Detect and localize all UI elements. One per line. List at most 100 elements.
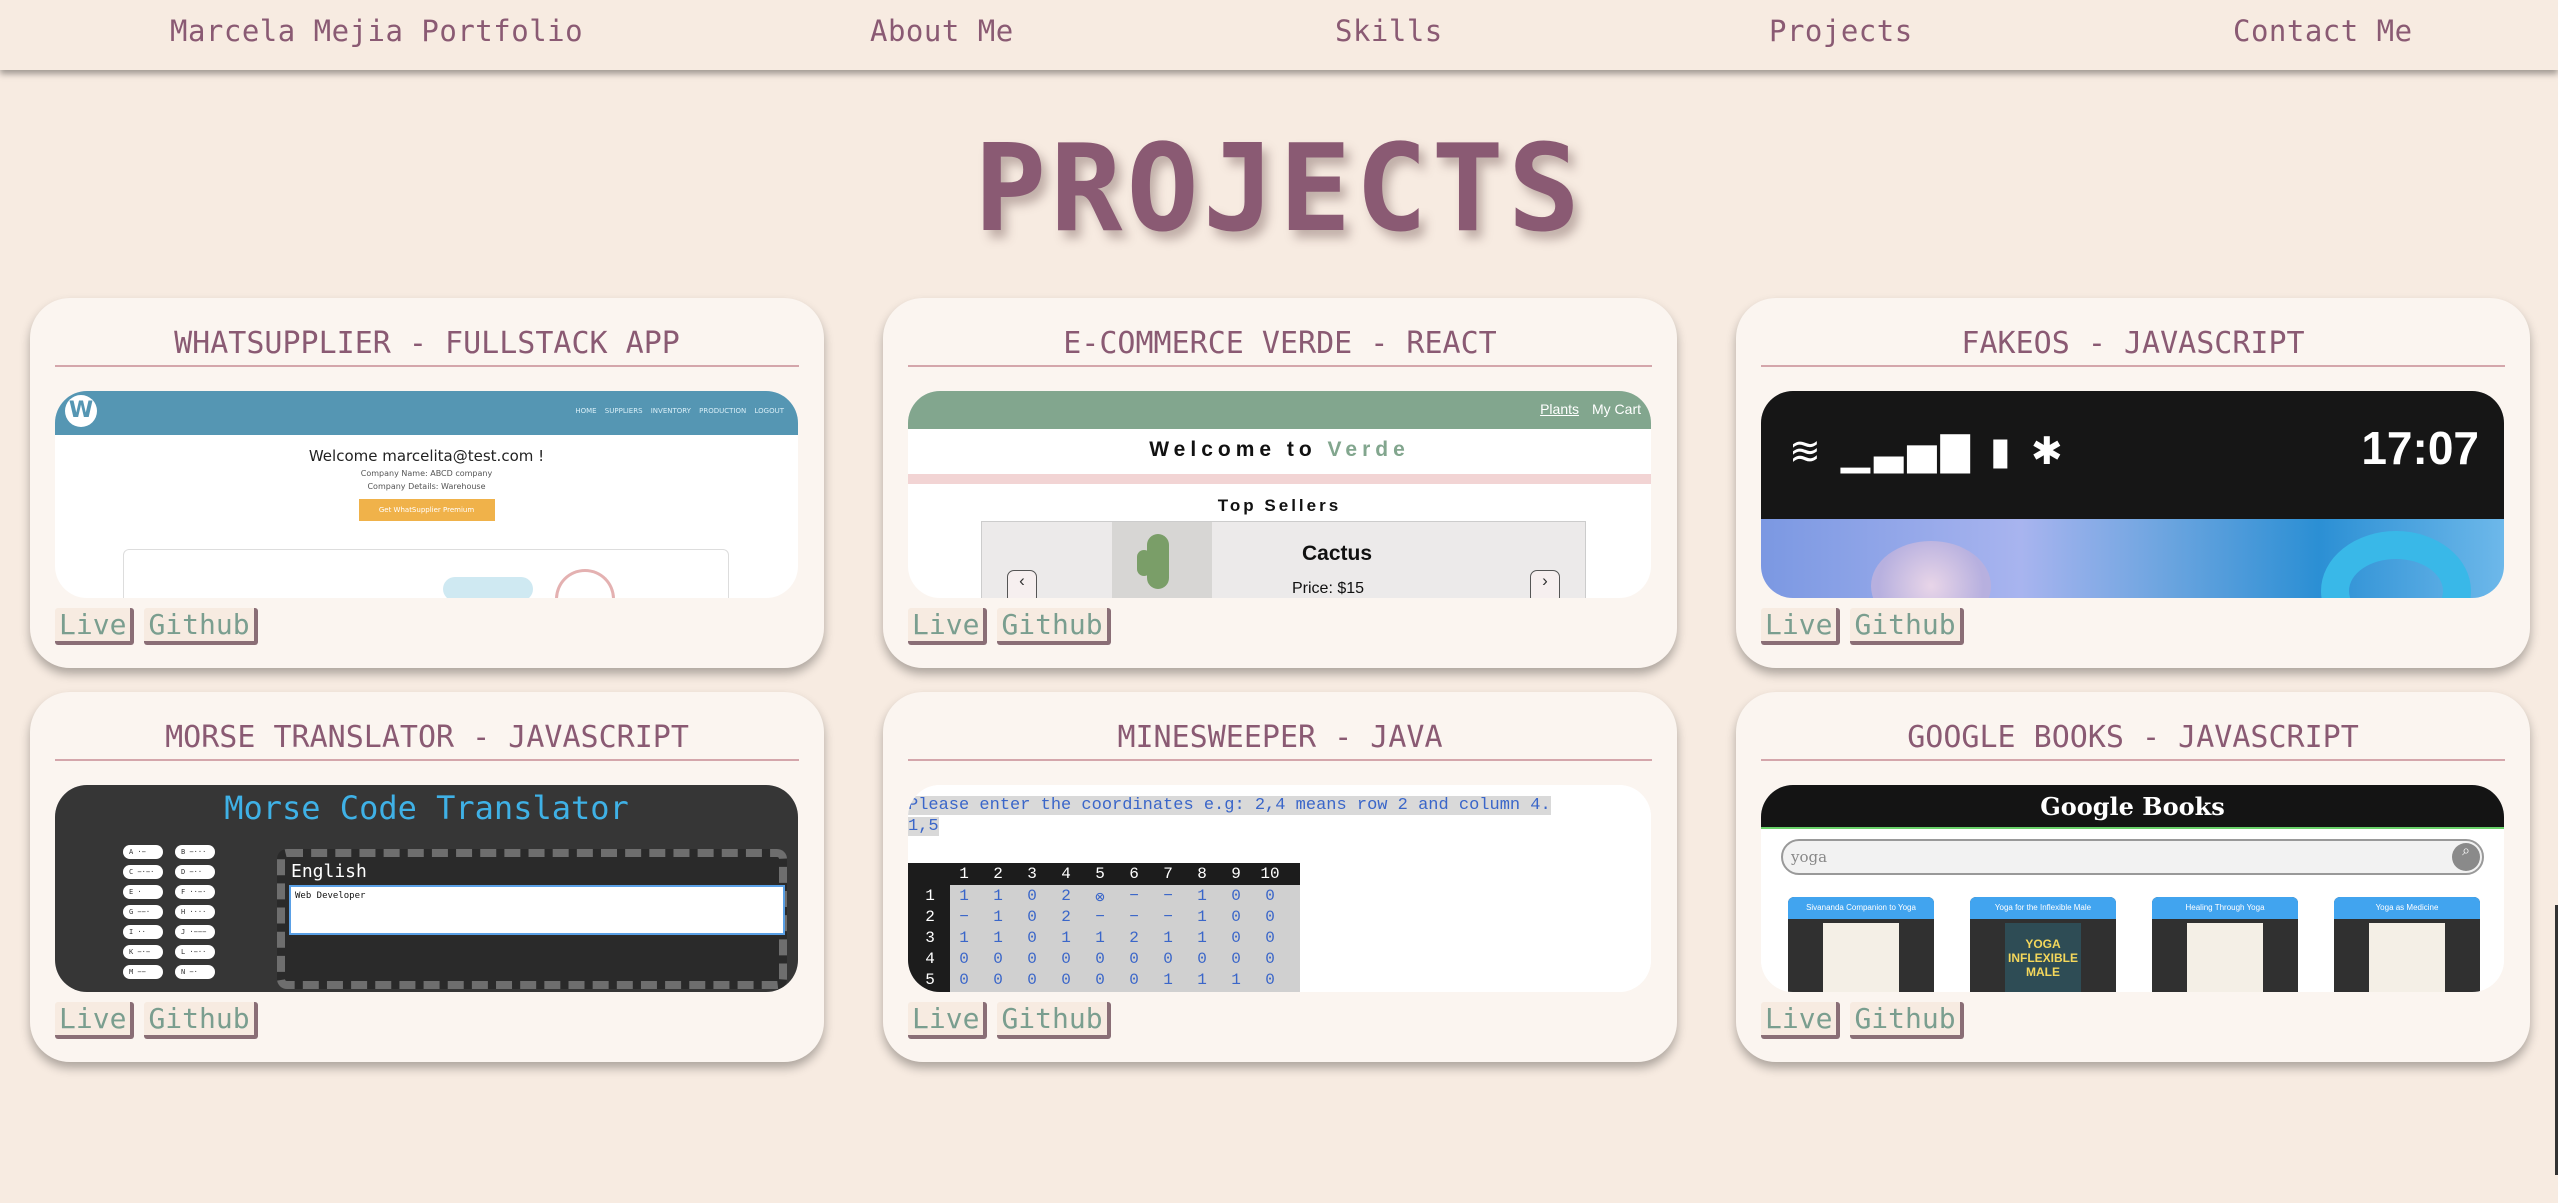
book-title: Healing Through Yoga: [2152, 897, 2298, 919]
project-preview-image: Morse Code Translator A ·− B −··· C −·−·…: [55, 785, 798, 992]
grid-cell: 0: [1163, 950, 1173, 968]
grid-cell: 0: [1095, 950, 1105, 968]
grid-cell: 0: [993, 971, 1003, 989]
cloud-illustration: [443, 577, 533, 598]
grid-row-label: 3: [925, 929, 935, 947]
grid-cell: 0: [1265, 887, 1275, 905]
project-preview-image: Google Books yoga ⌕ Sivananda Companion …: [1761, 785, 2504, 992]
grid-column-label: 4: [1061, 865, 1071, 883]
github-link[interactable]: Github: [144, 608, 258, 645]
grid-column-label: 9: [1231, 865, 1241, 883]
grid-column-label: 10: [1260, 865, 1280, 883]
grid-column-label: 7: [1163, 865, 1173, 883]
google-books-app: Google Books yoga ⌕ Sivananda Companion …: [1761, 785, 2504, 992]
top-sellers-heading: Top Sellers: [1217, 496, 1342, 515]
carousel-prev-icon: ‹: [1007, 570, 1037, 598]
nav-skills-link[interactable]: Skills: [1335, 14, 1443, 48]
grid-cell: 0: [993, 950, 1003, 968]
book-card: Healing Through Yoga: [2152, 897, 2298, 992]
live-link[interactable]: Live: [55, 1002, 135, 1039]
carousel-next-icon: ›: [1530, 570, 1560, 598]
grid-cell: 1: [1197, 971, 1207, 989]
book-cover: [2187, 923, 2263, 992]
morse-key: K −·−: [123, 945, 163, 959]
book-card: Yoga as Medicine: [2334, 897, 2480, 992]
grid-cell: −: [1129, 908, 1139, 926]
minesweeper-console: Please enter the coordinates e.g: 2,4 me…: [908, 785, 1651, 992]
grid-cell: −: [959, 908, 969, 926]
nav-brand-link[interactable]: Marcela Mejia Portfolio: [170, 14, 583, 48]
grid-cell: −: [1163, 887, 1173, 905]
book-cover: YOGA INFLEXIBLE MALE: [2005, 923, 2081, 992]
github-link[interactable]: Github: [997, 1002, 1111, 1039]
product-carousel: ‹ Cactus Price: $15 ›: [981, 521, 1586, 598]
cactus-arm: [1137, 550, 1151, 576]
project-links: Live Github: [908, 608, 1121, 648]
live-link[interactable]: Live: [1761, 1002, 1841, 1039]
grid-column-label: 5: [1095, 865, 1105, 883]
nav-projects-link[interactable]: Projects: [1769, 14, 1913, 48]
product-name: Cactus: [1302, 542, 1373, 565]
project-links: Live Github: [1761, 608, 1974, 648]
translator-box: English Web Developer: [277, 849, 787, 989]
project-links: Live Github: [908, 1002, 1121, 1042]
top-nav: Marcela Mejia Portfolio About Me Skills …: [0, 0, 2558, 70]
grid-cell: 0: [1265, 971, 1275, 989]
live-link[interactable]: Live: [1761, 608, 1841, 645]
product-price: Price: $15: [1292, 580, 1365, 597]
book-title: Yoga for the Inflexible Male: [1970, 897, 2116, 919]
grid-cell: −: [1129, 887, 1139, 905]
project-card-google-books: GOOGLE BOOKS - JAVASCRIPT Google Books y…: [1736, 692, 2530, 1062]
grid-cell: −: [1095, 908, 1105, 926]
book-cover: [1823, 923, 1899, 992]
morse-key: E ·: [123, 885, 163, 899]
preview-cart-link: My Cart: [1592, 401, 1641, 417]
morse-key: D −··: [175, 865, 215, 879]
nav-about-link[interactable]: About Me: [870, 14, 1014, 48]
grid-cell: 0: [1027, 950, 1037, 968]
book-card: Yoga for the Inflexible Male YOGA INFLEX…: [1970, 897, 2116, 992]
grid-cell: ⊗: [1095, 889, 1105, 907]
grid-cell: 0: [1231, 929, 1241, 947]
grid-cell: 1: [993, 887, 1003, 905]
github-link[interactable]: Github: [997, 608, 1111, 645]
grid-cell: 2: [1061, 908, 1071, 926]
grid-cell: 0: [959, 971, 969, 989]
project-card-morse: MORSE TRANSLATOR - JAVASCRIPT Morse Code…: [30, 692, 824, 1062]
project-card-fakeos: FAKEOS - JAVASCRIPT ≋ ▁▃▅▇ ▮ ✱ 17:07 Liv…: [1736, 298, 2530, 668]
preview-welcome: Welcome to Verde: [908, 438, 1651, 462]
morse-key: H ····: [175, 905, 215, 919]
project-links: Live Github: [55, 1002, 268, 1042]
search-value: yoga: [1791, 848, 1828, 866]
status-bar: ≋ ▁▃▅▇ ▮ ✱ 17:07: [1761, 391, 2504, 519]
grid-cell: 0: [1197, 950, 1207, 968]
grid-cell: 1: [1197, 929, 1207, 947]
live-link[interactable]: Live: [908, 608, 988, 645]
project-card-verde: E-COMMERCE VERDE - REACT Plants My Cart …: [883, 298, 1677, 668]
search-icon: ⌕: [2452, 843, 2480, 871]
book-title: Sivananda Companion to Yoga: [1788, 897, 1934, 919]
grid-column-label: 1: [959, 865, 969, 883]
grid-cell: 0: [1061, 950, 1071, 968]
grid-cell: 0: [1129, 950, 1139, 968]
github-link[interactable]: Github: [1850, 608, 1964, 645]
project-title: E-COMMERCE VERDE - REACT: [908, 326, 1652, 367]
github-link[interactable]: Github: [1850, 1002, 1964, 1039]
morse-key: F ··−·: [175, 885, 215, 899]
grid-column-label: 3: [1027, 865, 1037, 883]
live-link[interactable]: Live: [55, 608, 135, 645]
project-links: Live Github: [55, 608, 268, 648]
grid-cell: 1: [993, 908, 1003, 926]
grid-cell: 1: [1197, 908, 1207, 926]
project-links: Live Github: [1761, 1002, 1974, 1042]
preview-header: W HOME SUPPLIERS INVENTORY PRODUCTION LO…: [55, 391, 798, 435]
grid-cell: 0: [1231, 887, 1241, 905]
github-link[interactable]: Github: [144, 1002, 258, 1039]
live-link[interactable]: Live: [908, 1002, 988, 1039]
nav-contact-link[interactable]: Contact Me: [2233, 14, 2413, 48]
project-preview-image: W HOME SUPPLIERS INVENTORY PRODUCTION LO…: [55, 391, 798, 598]
project-title: MINESWEEPER - JAVA: [908, 720, 1652, 761]
preview-panel: [123, 549, 729, 598]
grid-cell: 0: [1027, 929, 1037, 947]
grid-cell: 0: [1129, 971, 1139, 989]
